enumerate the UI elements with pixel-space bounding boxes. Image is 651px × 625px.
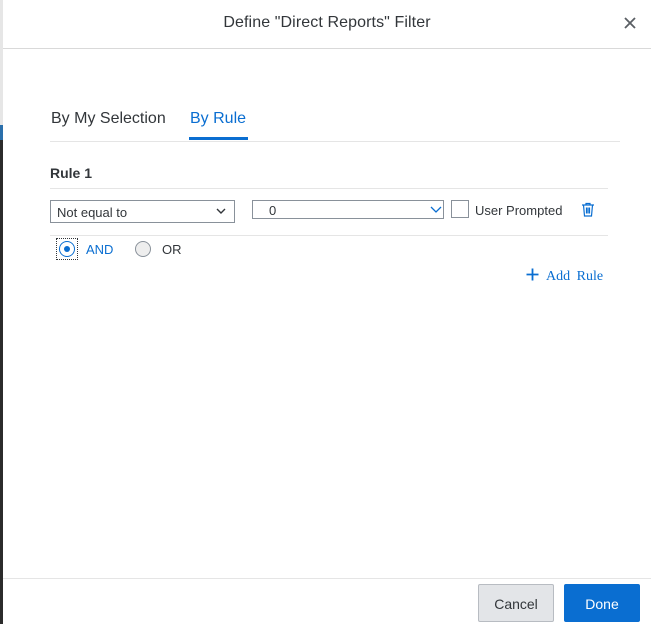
cancel-button[interactable]: Cancel — [478, 584, 554, 622]
chevron-down-icon[interactable] — [430, 206, 442, 214]
user-prompted-label: User Prompted — [475, 203, 563, 218]
or-radio[interactable] — [135, 241, 151, 257]
close-icon — [624, 17, 636, 29]
and-label[interactable]: AND — [86, 242, 113, 257]
trash-icon — [582, 202, 594, 217]
dialog-header: Define "Direct Reports" Filter — [3, 0, 651, 49]
add-rule-label: Add Rule — [546, 269, 604, 284]
value-combobox[interactable]: 0 — [252, 200, 444, 219]
rule-divider-top — [50, 188, 608, 189]
plus-icon — [526, 268, 539, 281]
and-radio[interactable] — [59, 241, 75, 257]
filter-dialog: Define "Direct Reports" Filter By My Sel… — [3, 0, 651, 624]
operator-select[interactable]: Not equal to — [50, 200, 235, 223]
tab-bar: By My Selection By Rule — [50, 100, 620, 142]
tab-divider — [50, 141, 620, 142]
dialog-title: Define "Direct Reports" Filter — [223, 14, 431, 31]
chevron-down-icon — [216, 208, 226, 214]
value-combobox-text: 0 — [269, 203, 277, 218]
or-label[interactable]: OR — [162, 242, 182, 257]
rule-divider-bottom — [50, 235, 608, 236]
rule-title: Rule 1 — [50, 165, 93, 181]
operator-select-value: Not equal to — [57, 205, 128, 220]
tab-by-rule[interactable]: By Rule — [190, 110, 246, 128]
tab-by-my-selection[interactable]: By My Selection — [51, 110, 166, 128]
radio-selected-dot — [64, 246, 70, 252]
close-button[interactable] — [619, 12, 641, 34]
user-prompted-checkbox[interactable] — [451, 200, 469, 218]
delete-rule-button[interactable] — [581, 202, 595, 222]
active-tab-indicator — [189, 137, 248, 140]
done-button[interactable]: Done — [564, 584, 640, 622]
